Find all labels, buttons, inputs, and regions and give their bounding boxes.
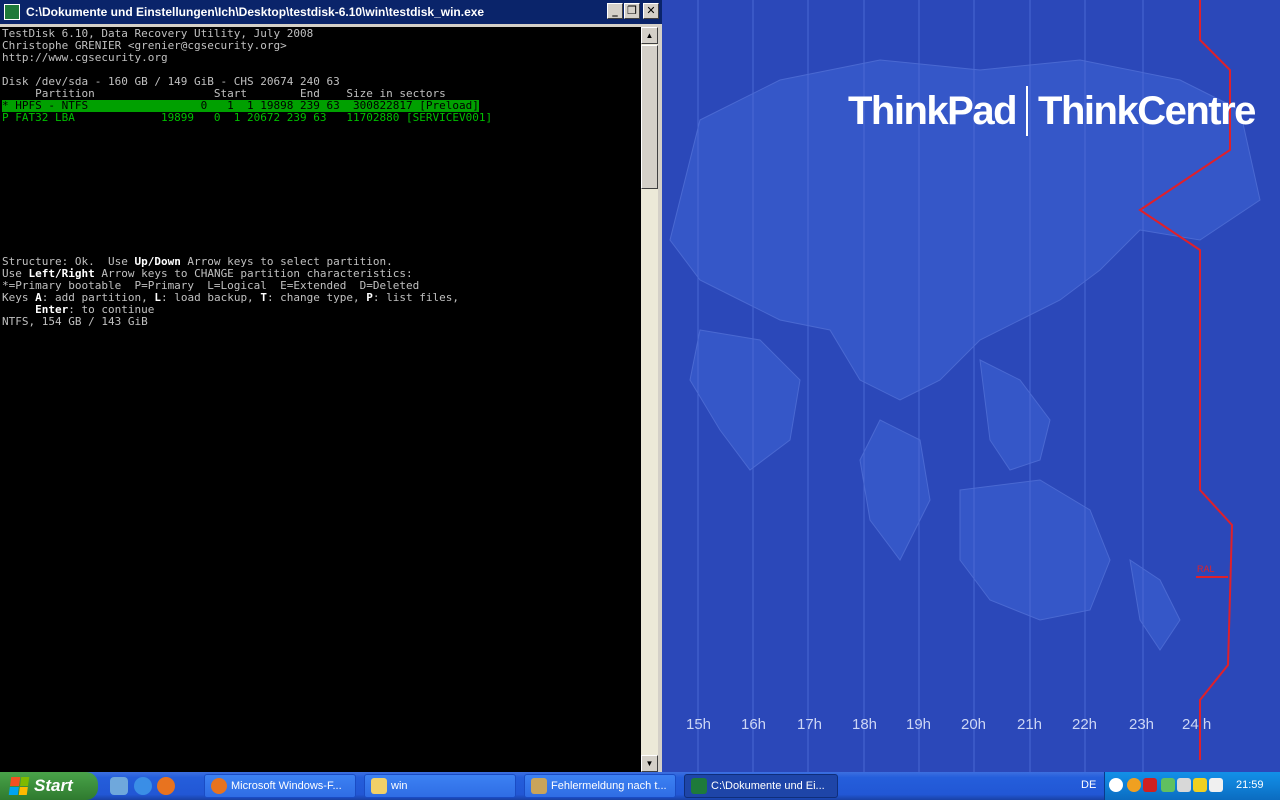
console-app-icon[interactable] [4, 4, 20, 20]
antivirus-icon[interactable] [1127, 778, 1141, 792]
help-key: P [366, 291, 373, 304]
taskbar-item-folder[interactable]: win [364, 774, 516, 798]
show-desktop-icon[interactable] [110, 777, 128, 795]
volume-icon[interactable] [1209, 778, 1223, 792]
taskbar-item-label: C:\Dokumente und Ei... [711, 780, 825, 792]
taskbar-item-firefox[interactable]: Microsoft Windows-F... [204, 774, 356, 798]
hour-label: 16h [741, 716, 767, 733]
security-icon[interactable] [1143, 778, 1157, 792]
network-icon[interactable] [1177, 778, 1191, 792]
message-icon [531, 778, 547, 794]
taskbar-item-label: win [391, 780, 408, 792]
window-titlebar[interactable]: C:\Dokumente und Einstellungen\Ich\Deskt… [0, 0, 662, 24]
firefox-icon [211, 778, 227, 794]
hour-label: 17h [797, 716, 823, 733]
hour-label: 22h [1072, 716, 1098, 733]
scroll-up-arrow-icon[interactable]: ▲ [641, 27, 658, 44]
scrollbar-thumb[interactable] [641, 45, 658, 189]
start-label: Start [34, 776, 73, 795]
hour-label: 19h [906, 716, 932, 733]
close-button[interactable]: ✕ [643, 3, 659, 19]
language-indicator[interactable]: DE [1081, 779, 1096, 791]
scroll-down-arrow-icon[interactable]: ▼ [641, 755, 658, 772]
maximize-button[interactable]: ❐ [624, 3, 640, 19]
hour-label: 23h [1129, 716, 1155, 733]
timezone-marker: RAL [1197, 564, 1215, 574]
hour-label: 21h [1017, 716, 1043, 733]
signal-strength-icon[interactable] [1161, 778, 1175, 792]
taskbar-item-console[interactable]: C:\Dokumente und Ei... [684, 774, 838, 798]
help-text: : change type, [266, 291, 367, 304]
partition-row[interactable]: P FAT32 LBA 19899 0 1 20672 239 63 11702… [2, 112, 492, 124]
taskbar: Start Microsoft Windows-F... win Fehlerm… [0, 772, 1280, 800]
hour-label: 24 h [1182, 716, 1212, 733]
console-output[interactable]: TestDisk 6.10, Data Recovery Utility, Ju… [0, 27, 641, 772]
hour-label: 20h [961, 716, 987, 733]
help-text: : load backup, [160, 291, 261, 304]
brand-thinkcentre: ThinkCentre [1038, 88, 1256, 133]
firefox-icon[interactable] [157, 777, 175, 795]
vertical-scrollbar[interactable]: ▲ ▼ [641, 27, 658, 772]
windows-logo-icon [8, 777, 30, 795]
help-key: T [260, 291, 267, 304]
clock[interactable]: 21:59 [1236, 779, 1264, 791]
help-key: L [154, 291, 161, 304]
folder-icon [371, 778, 387, 794]
start-button[interactable]: Start [0, 772, 98, 800]
partition-info: NTFS, 154 GB / 143 GiB [2, 315, 148, 328]
thinkpad-thinkcentre-logo: ThinkPad ThinkCentre [848, 86, 1256, 136]
console-app-icon [691, 778, 707, 794]
taskbar-item-label: Microsoft Windows-F... [231, 780, 342, 792]
taskbar-item-message[interactable]: Fehlermeldung nach t... [524, 774, 676, 798]
taskbar-item-label: Fehlermeldung nach t... [551, 780, 667, 792]
minimize-button[interactable]: _ [607, 3, 623, 19]
console-window[interactable]: C:\Dokumente und Einstellungen\Ich\Deskt… [0, 0, 662, 772]
power-icon[interactable] [1193, 778, 1207, 792]
hour-label: 18h [852, 716, 878, 733]
brand-separator [1026, 86, 1029, 136]
window-title: C:\Dokumente und Einstellungen\Ich\Deskt… [26, 5, 485, 19]
tray-expand-icon[interactable] [1109, 778, 1123, 792]
brand-thinkpad: ThinkPad [848, 88, 1018, 133]
header-line: http://www.cgsecurity.org [2, 51, 168, 64]
hour-label: 15h [686, 716, 712, 733]
help-text: : list files, [372, 291, 459, 304]
internet-explorer-icon[interactable] [134, 777, 152, 795]
